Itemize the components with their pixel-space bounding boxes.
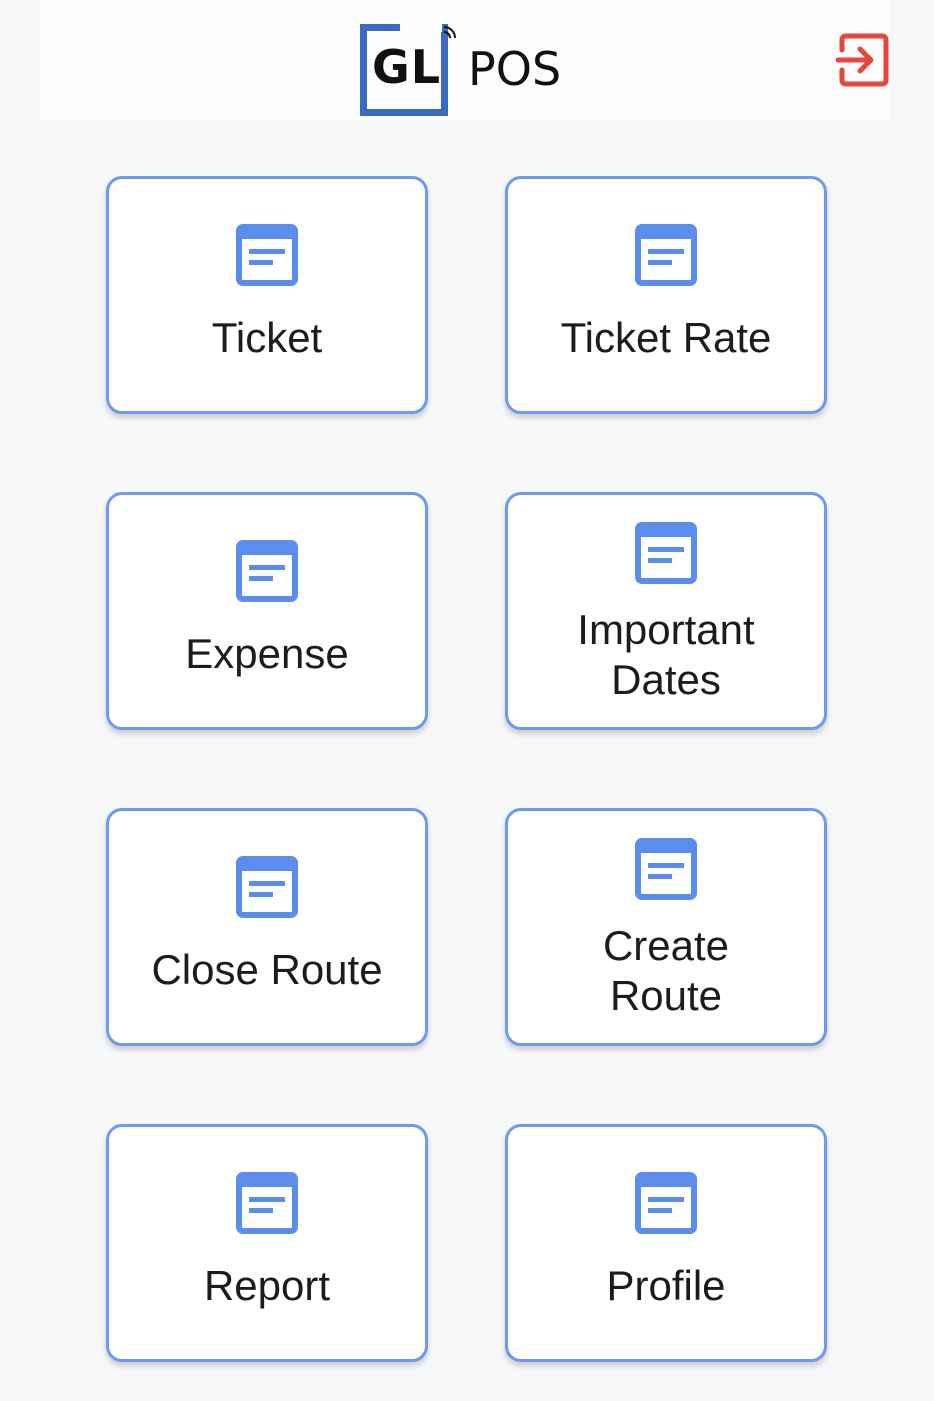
document-icon	[635, 224, 697, 286]
signal-icon	[442, 26, 456, 40]
document-icon	[236, 224, 298, 286]
document-icon	[236, 856, 298, 918]
logout-icon	[836, 33, 889, 87]
document-icon	[635, 1172, 697, 1234]
menu-card-ticket-rate[interactable]: Ticket Rate	[505, 176, 827, 414]
document-icon	[635, 838, 697, 900]
logo-pos-text: POS	[468, 42, 562, 96]
menu-card-label: Profile	[606, 1262, 726, 1309]
app-header: GL POS	[40, 0, 890, 120]
menu-card-create-route[interactable]: Create Route	[505, 808, 827, 1046]
menu-card-important-dates[interactable]: Important Dates	[505, 492, 827, 730]
logo-gl-text: GL	[372, 40, 442, 94]
document-icon	[236, 1172, 298, 1234]
menu-card-label: Important Dates	[577, 606, 755, 703]
menu-card-label: Expense	[185, 630, 349, 677]
menu-card-label: Ticket Rate	[560, 314, 772, 361]
menu-card-ticket[interactable]: Ticket	[106, 176, 428, 414]
app-logo: GL POS	[360, 18, 590, 128]
menu-card-label: Report	[203, 1262, 331, 1309]
logout-button[interactable]	[836, 32, 892, 88]
menu-card-label: Close Route	[151, 946, 383, 993]
menu-card-profile[interactable]: Profile	[505, 1124, 827, 1362]
menu-card-label: Ticket	[211, 314, 323, 361]
menu-card-report[interactable]: Report	[106, 1124, 428, 1362]
menu-card-label: Create Route	[602, 922, 730, 1019]
document-icon	[236, 540, 298, 602]
menu-card-expense[interactable]: Expense	[106, 492, 428, 730]
menu-card-close-route[interactable]: Close Route	[106, 808, 428, 1046]
document-icon	[635, 522, 697, 584]
